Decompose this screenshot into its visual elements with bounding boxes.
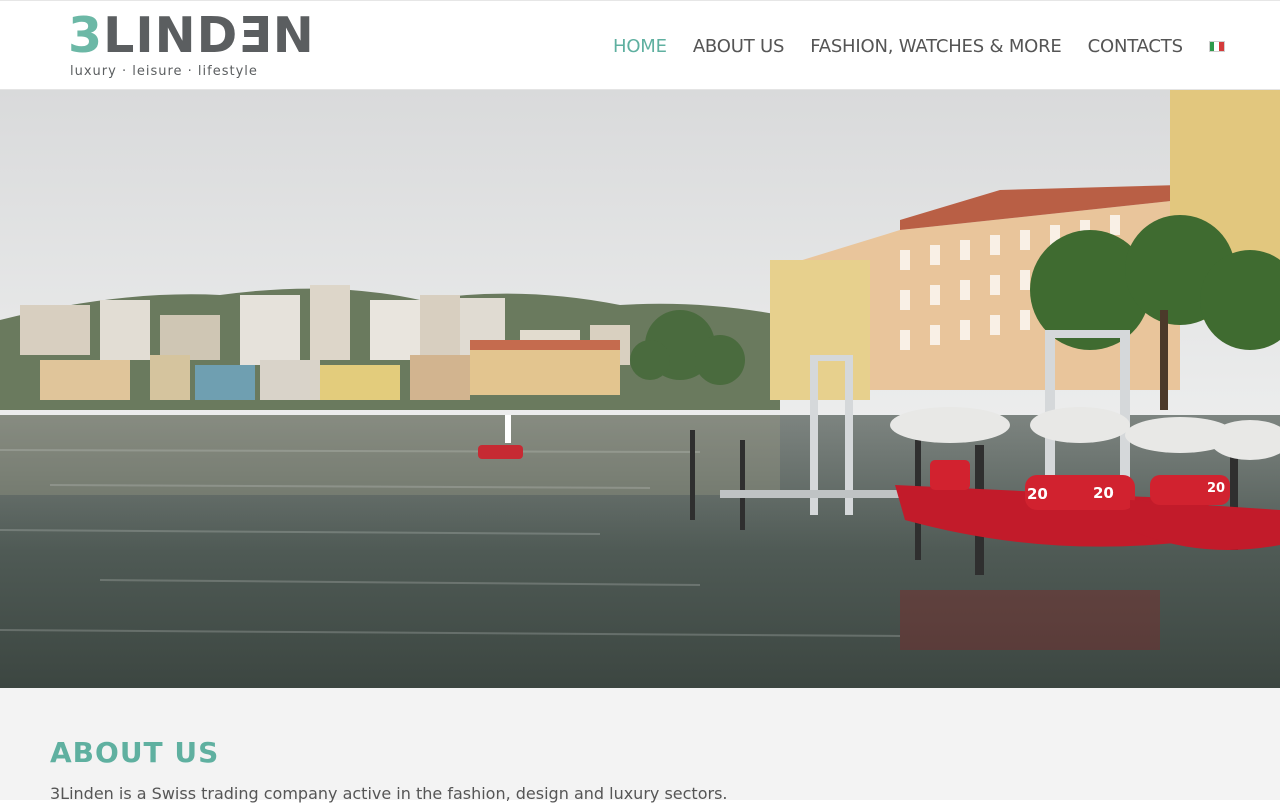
- hero-image: 20 20 20: [0, 90, 1280, 688]
- logo-wordmark: 3LINDEN: [68, 7, 315, 64]
- main-nav: HOME ABOUT US FASHION, WATCHES & MORE CO…: [600, 1, 1225, 92]
- site-header: 3LINDEN luxury · leisure · lifestyle HOM…: [0, 0, 1280, 92]
- about-text: 3Linden is a Swiss trading company activ…: [50, 784, 728, 803]
- logo-letters: LIND: [103, 7, 239, 64]
- nav-fashion-watches[interactable]: FASHION, WATCHES & MORE: [797, 1, 1074, 91]
- nav-home[interactable]: HOME: [600, 1, 680, 92]
- boat-number: 20: [1207, 481, 1225, 496]
- boat-number: 20: [1027, 485, 1048, 503]
- nav-contacts[interactable]: CONTACTS: [1075, 1, 1196, 91]
- lakeside-town-illustration: 20 20 20: [0, 90, 1280, 688]
- logo-digit: 3: [68, 7, 104, 64]
- logo-tagline: luxury · leisure · lifestyle: [70, 64, 258, 79]
- brand-logo[interactable]: 3LINDEN luxury · leisure · lifestyle: [68, 7, 328, 83]
- boat-number: 20: [1093, 484, 1114, 502]
- logo-mirrored-e: E: [238, 7, 273, 64]
- italian-flag-icon[interactable]: [1208, 40, 1225, 52]
- about-title: ABOUT US: [50, 736, 220, 769]
- logo-letter-n: N: [272, 7, 315, 64]
- nav-about-us[interactable]: ABOUT US: [680, 1, 797, 91]
- about-section: ABOUT US 3Linden is a Swiss trading comp…: [0, 688, 1280, 803]
